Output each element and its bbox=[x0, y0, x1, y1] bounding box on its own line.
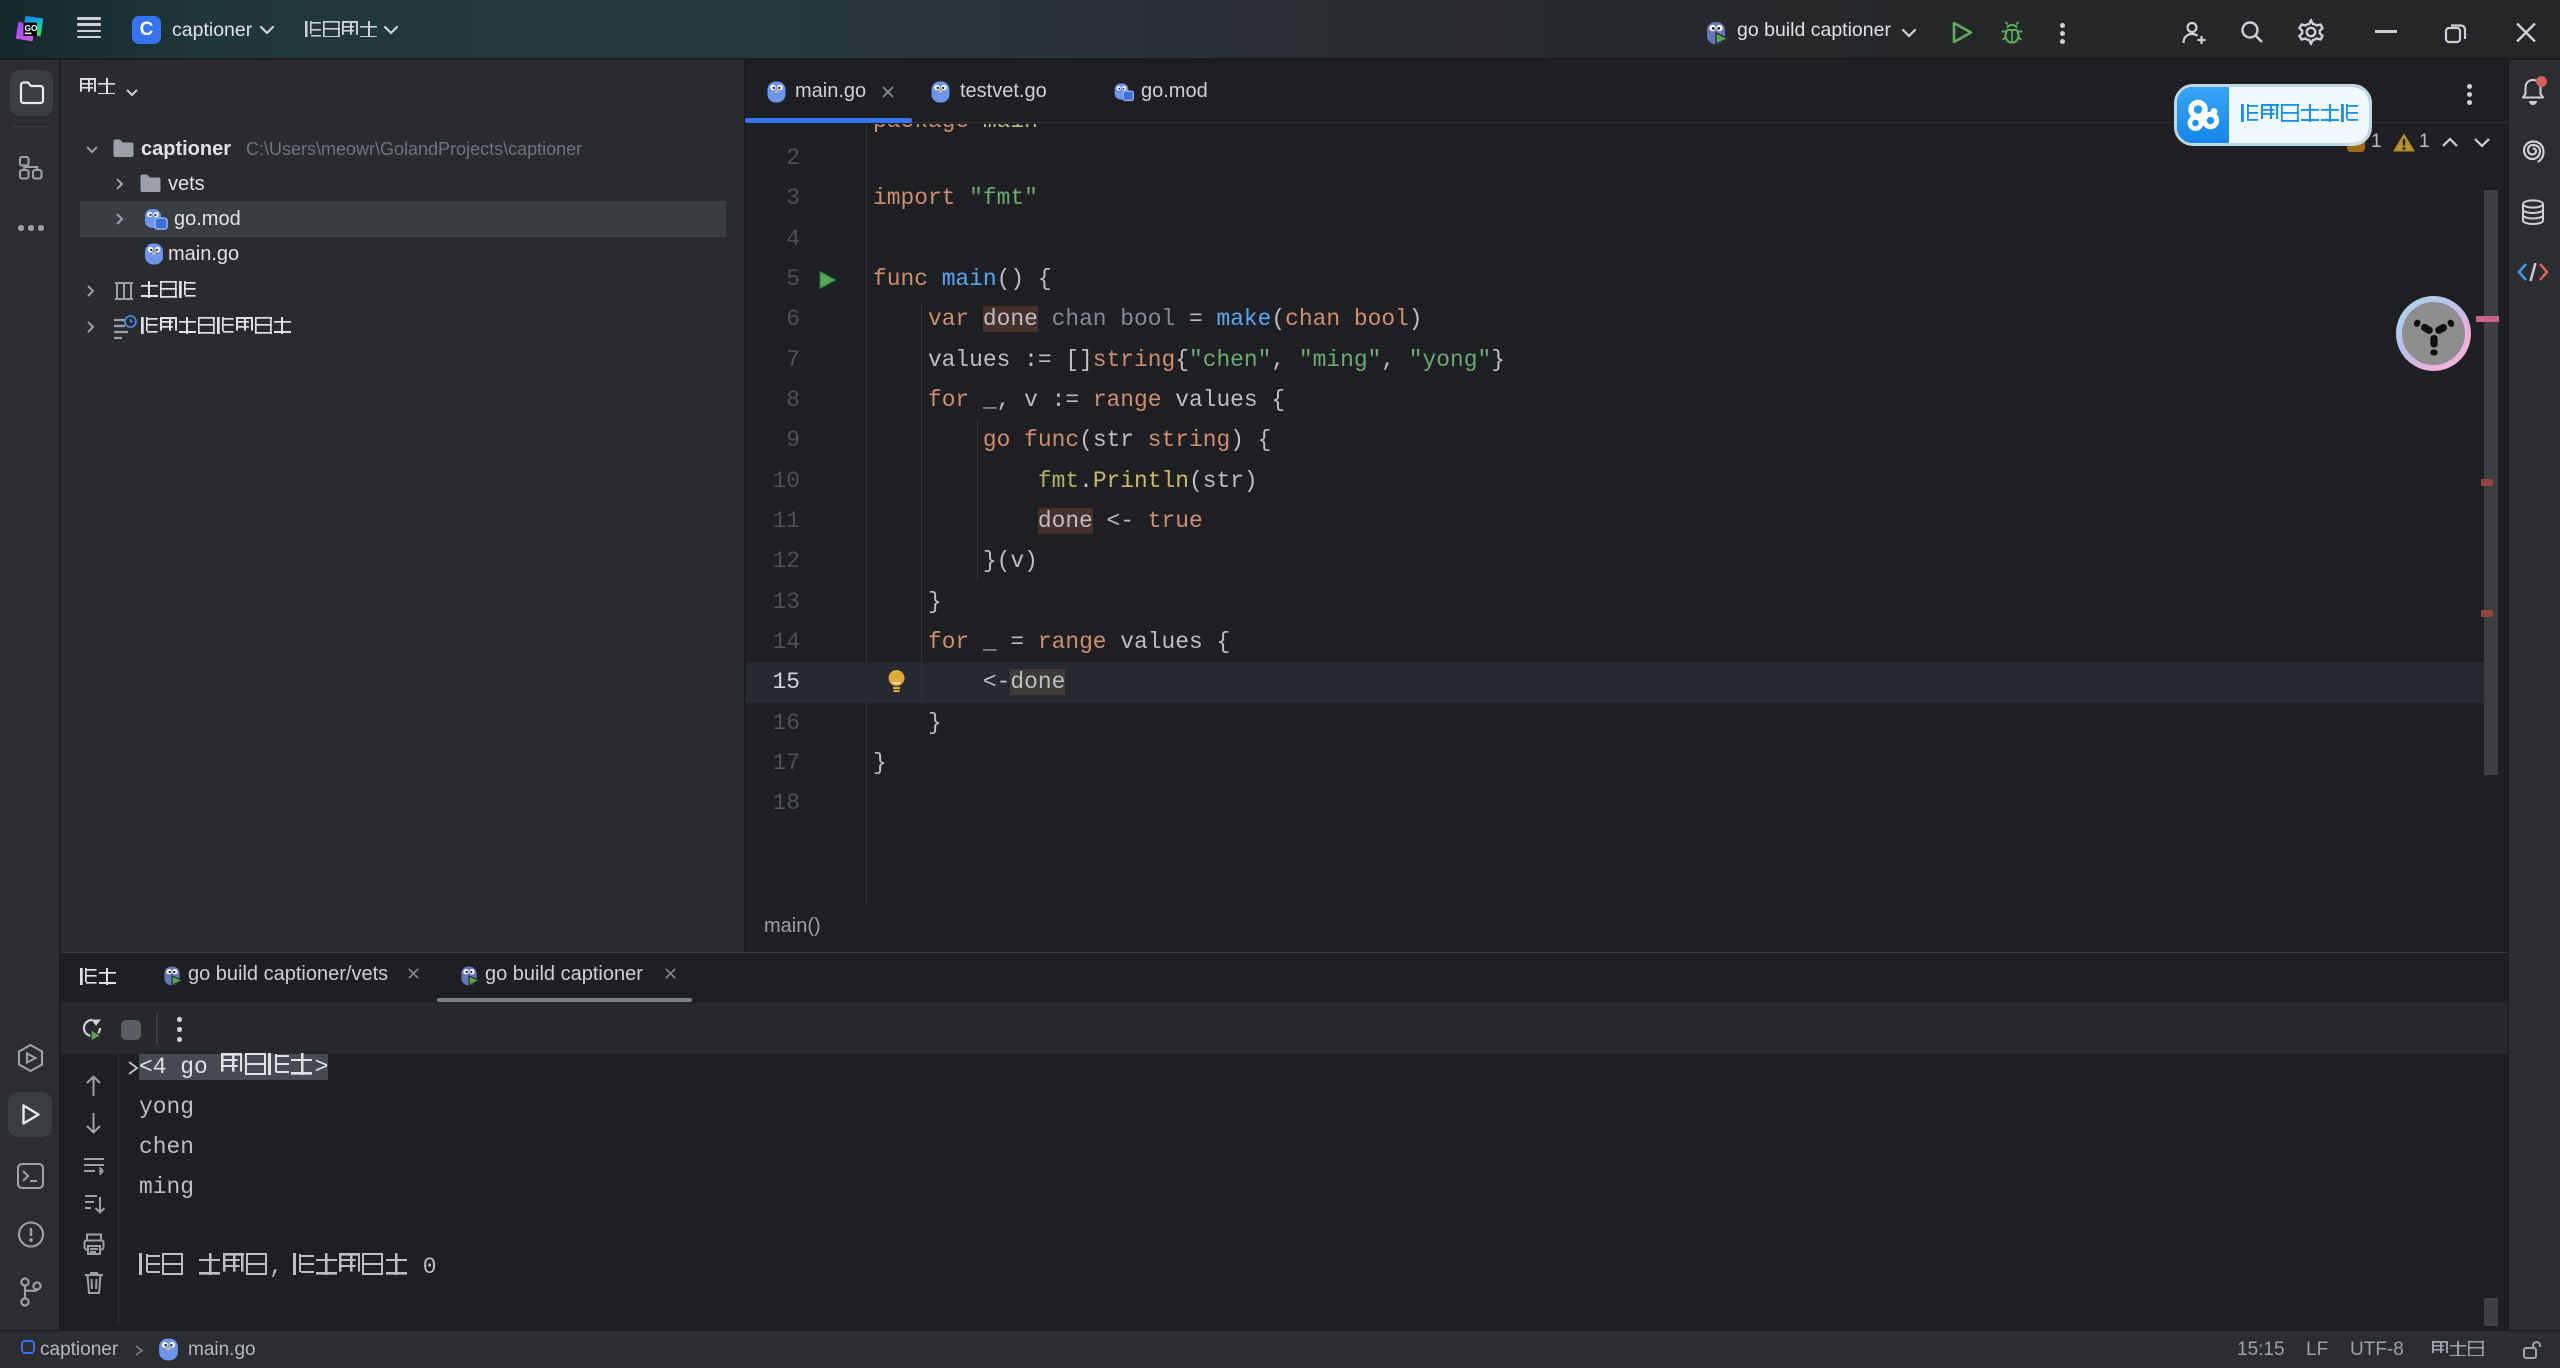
svg-text:GO: GO bbox=[25, 24, 38, 33]
